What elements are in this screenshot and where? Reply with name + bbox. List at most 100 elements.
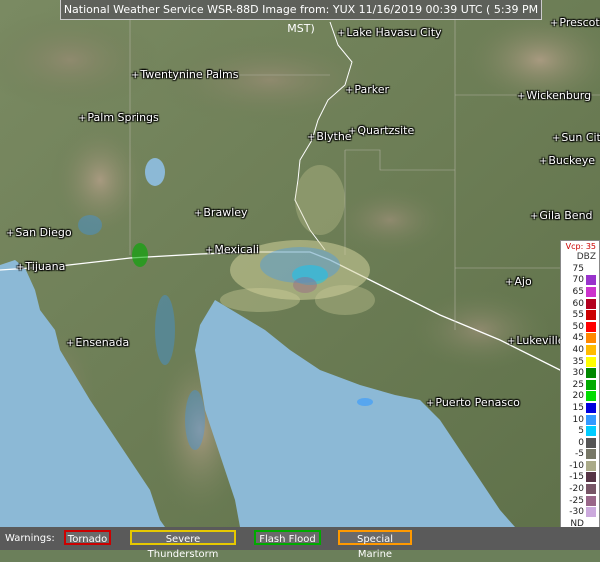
city-name: Brawley [203, 206, 248, 219]
legend-row: -25 [561, 495, 599, 507]
city-label-prescott: +Prescott [550, 16, 600, 29]
city-name: Prescott [559, 16, 600, 29]
legend-color-swatch [586, 414, 596, 425]
legend-color-swatch [586, 344, 596, 355]
legend-row: 25 [561, 379, 599, 391]
legend-color-swatch [586, 472, 596, 483]
city-name: Ensenada [75, 336, 130, 349]
legend-level-label: -5 [575, 449, 584, 460]
legend-level-label: 30 [572, 368, 584, 379]
city-name: Quartzsite [357, 124, 415, 137]
legend-color-swatch [586, 310, 596, 321]
legend-row: 50 [561, 321, 599, 333]
legend-row: 45 [561, 333, 599, 345]
legend-level-label: -30 [569, 507, 584, 518]
city-name: San Diego [15, 226, 72, 239]
city-label-gila-bend: +Gila Bend [530, 209, 593, 222]
legend-level-label: 25 [572, 379, 584, 390]
city-name: Gila Bend [539, 209, 593, 222]
city-name: Wickenburg [526, 89, 592, 102]
city-label-wickenburg: +Wickenburg [517, 89, 592, 102]
legend-level-label: -15 [569, 472, 584, 483]
legend-color-swatch [586, 356, 596, 367]
legend-level-label: 65 [572, 286, 584, 297]
legend-row: 10 [561, 414, 599, 426]
legend-color-swatch [586, 449, 596, 460]
dbz-legend: Vcp: 35 DBZ 75 70 65 60 55 50 45 40 35 30 25 20 15 10… [560, 240, 600, 542]
legend-color-swatch [586, 368, 596, 379]
legend-row: -5 [561, 449, 599, 461]
legend-color-swatch [586, 460, 596, 471]
legend-level-label: 5 [578, 426, 584, 437]
legend-row: 15 [561, 402, 599, 414]
city-name: Buckeye [548, 154, 595, 167]
legend-level-label: 10 [572, 414, 584, 425]
city-label-blythe: +Blythe [307, 130, 352, 143]
city-name: Parker [354, 83, 390, 96]
city-name: Lukeville [516, 334, 565, 347]
legend-color-swatch [586, 333, 596, 344]
warning-tornado: Tornado [64, 530, 111, 545]
legend-level-label: 35 [572, 356, 584, 367]
salton-sea [145, 158, 165, 186]
city-name: Sun City [561, 131, 600, 144]
warnings-label: Warnings: [5, 533, 55, 544]
city-name: Palm Springs [87, 111, 159, 124]
legend-level-label: 15 [572, 402, 584, 413]
legend-row: -30 [561, 506, 599, 518]
radar-title-bar: National Weather Service WSR-88D Image f… [60, 0, 542, 35]
legend-color-swatch [586, 495, 596, 506]
legend-row: 35 [561, 356, 599, 368]
legend-row: -20 [561, 483, 599, 495]
terrain-shade [410, 290, 550, 370]
vcp-label: Vcp: 35 [565, 242, 596, 251]
city-label-quartzsite: +Quartzsite [348, 124, 415, 137]
city-name: Lake Havasu City [346, 26, 442, 39]
city-name: Tijuana [25, 260, 66, 273]
city-label-buckeye: +Buckeye [539, 154, 595, 167]
legend-level-label: 45 [572, 333, 584, 344]
legend-color-swatch [586, 263, 596, 274]
city-name: Blythe [316, 130, 352, 143]
legend-level-label: 70 [572, 275, 584, 286]
city-name: Ajo [514, 275, 532, 288]
legend-level-label: 75 [572, 263, 584, 274]
legend-row: 0 [561, 437, 599, 449]
legend-color-swatch [586, 298, 596, 309]
legend-level-label: 20 [572, 391, 584, 402]
legend-color-swatch [586, 437, 596, 448]
legend-level-label: 55 [572, 310, 584, 321]
city-name: Twentynine Palms [140, 68, 239, 81]
legend-row: 55 [561, 309, 599, 321]
city-label-twentynine-palms: +Twentynine Palms [131, 68, 239, 81]
legend-row: 30 [561, 367, 599, 379]
city-label-ensenada: +Ensenada [66, 336, 130, 349]
legend-row: -15 [561, 472, 599, 484]
dbz-unit-label: DBZ [576, 252, 596, 262]
legend-color-swatch [586, 321, 596, 332]
legend-level-label: 60 [572, 298, 584, 309]
city-label-puerto-penasco: +Puerto Penasco [426, 396, 520, 409]
city-label-san-diego: +San Diego [6, 226, 72, 239]
legend-color-swatch [586, 275, 596, 286]
warning-severe-thunderstorm: Severe Thunderstorm [130, 530, 236, 560]
legend-row: 20 [561, 391, 599, 403]
legend-level-label: 0 [578, 437, 584, 448]
legend-color-swatch [586, 379, 596, 390]
legend-color-swatch [586, 484, 596, 495]
city-label-lake-havasu-city: +Lake Havasu City [337, 26, 442, 39]
legend-row: 60 [561, 298, 599, 310]
legend-level-label: 40 [572, 344, 584, 355]
city-label-parker: +Parker [345, 83, 390, 96]
legend-level-label: -10 [569, 460, 584, 471]
warning-special-marine: Special Marine [338, 530, 412, 560]
city-label-palm-springs: +Palm Springs [78, 111, 159, 124]
legend-row: 40 [561, 344, 599, 356]
city-name: Mexicali [214, 243, 259, 256]
city-label-brawley: +Brawley [194, 206, 248, 219]
legend-color-swatch [586, 507, 596, 518]
legend-row: 5 [561, 425, 599, 437]
city-name: Puerto Penasco [435, 396, 520, 409]
city-label-lukeville: +Lukeville [507, 334, 565, 347]
city-label-sun-city: +Sun City [552, 131, 600, 144]
